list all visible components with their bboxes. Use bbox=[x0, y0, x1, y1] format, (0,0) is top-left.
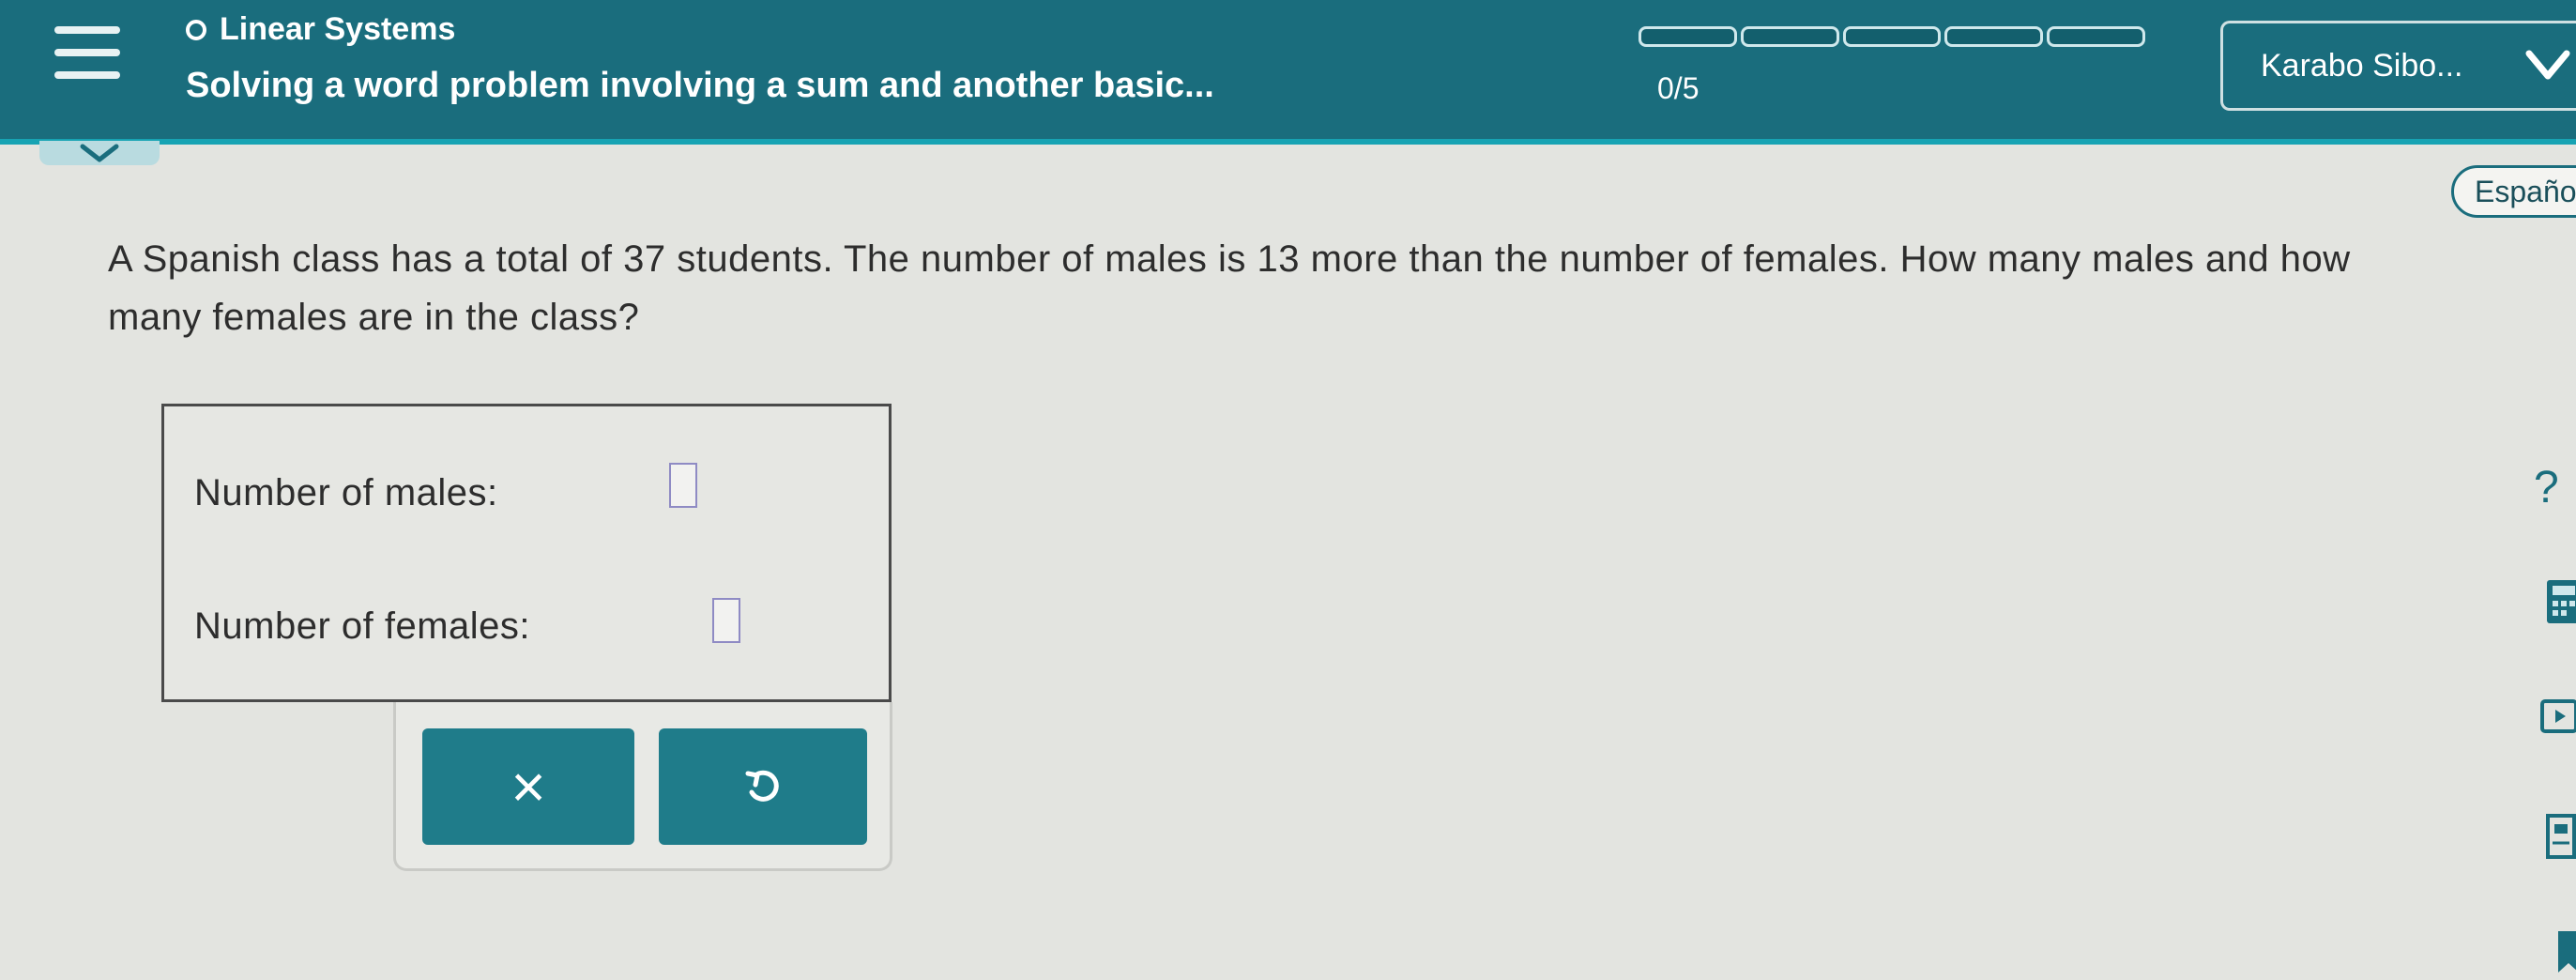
progress-text: 0/5 bbox=[1657, 71, 1700, 105]
language-toggle-button[interactable]: Españo bbox=[2451, 165, 2576, 218]
answer-box: Number of males: Number of females: bbox=[161, 404, 892, 702]
top-header: Linear Systems Solving a word problem in… bbox=[0, 0, 2576, 143]
progress-segment bbox=[1740, 26, 1839, 47]
help-symbol: ? bbox=[2534, 463, 2559, 513]
progress-bar bbox=[1639, 26, 2145, 47]
topic-row: Linear Systems bbox=[186, 11, 455, 48]
menu-icon[interactable] bbox=[54, 26, 120, 83]
males-row: Number of males: bbox=[194, 472, 498, 514]
males-label: Number of males: bbox=[194, 472, 498, 513]
clear-icon: × bbox=[511, 753, 546, 820]
user-name: Karabo Sibo... bbox=[2261, 47, 2463, 84]
females-row: Number of females: bbox=[194, 605, 530, 648]
females-label: Number of females: bbox=[194, 605, 531, 647]
progress-segment bbox=[1842, 26, 1942, 47]
problem-title: Solving a word problem involving a sum a… bbox=[186, 66, 1214, 105]
user-menu[interactable]: Karabo Sibo... bbox=[2220, 21, 2576, 111]
topic-label: Linear Systems bbox=[220, 11, 456, 47]
progress-segment bbox=[1944, 26, 2044, 47]
topic-circle-icon bbox=[186, 19, 206, 40]
progress-segment bbox=[2047, 26, 2145, 47]
calculator-icon[interactable] bbox=[2545, 578, 2576, 630]
females-input[interactable] bbox=[712, 598, 740, 643]
help-icon[interactable]: ? bbox=[2534, 462, 2559, 513]
clear-button[interactable]: × bbox=[422, 728, 634, 845]
button-panel: × bbox=[393, 702, 892, 871]
undo-icon bbox=[745, 770, 779, 802]
question-text: A Spanish class has a total of 37 studen… bbox=[108, 238, 2351, 338]
bookmark-icon[interactable] bbox=[2554, 929, 2576, 980]
males-input[interactable] bbox=[669, 463, 697, 508]
chevron-down-icon bbox=[2525, 50, 2570, 80]
progress-segment bbox=[1639, 26, 1737, 47]
undo-button[interactable] bbox=[659, 728, 867, 845]
chevron-down-icon bbox=[80, 144, 119, 162]
video-icon[interactable] bbox=[2539, 697, 2576, 741]
document-icon[interactable] bbox=[2545, 813, 2576, 865]
header-accent-strip bbox=[0, 139, 2576, 145]
collapse-header-button[interactable] bbox=[39, 141, 160, 165]
